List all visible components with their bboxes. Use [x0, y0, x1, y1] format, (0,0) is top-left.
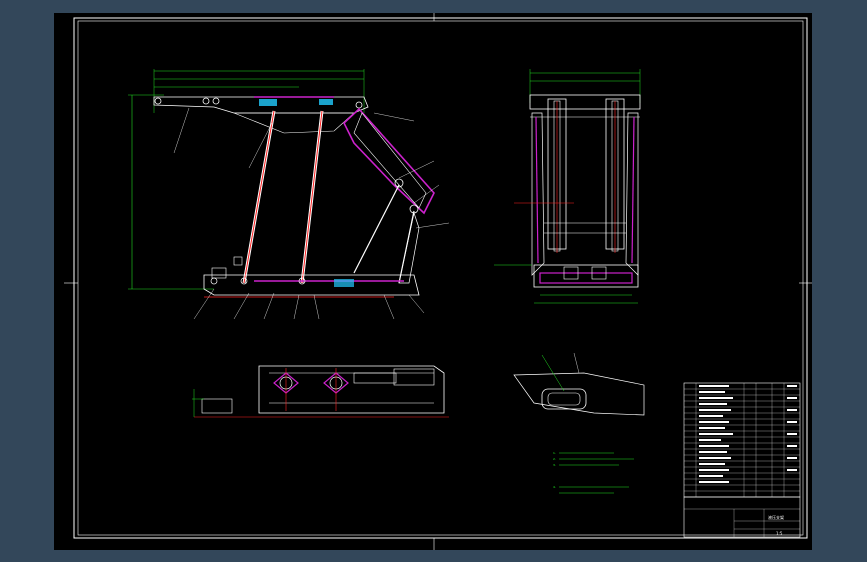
technical-notes: 1. 2. 3. 4.: [553, 451, 634, 494]
cad-drawing: 1. 2. 3. 4. 液压支架 1:5: [64, 13, 812, 550]
drawing-name: 液压支架: [768, 514, 784, 520]
detail-view: [513, 352, 645, 416]
side-view: [128, 69, 450, 320]
note-4: 4.: [553, 485, 556, 489]
note-3: 3.: [553, 463, 556, 467]
drawing-scale: 1:5: [776, 531, 783, 536]
note-1: 1.: [553, 451, 556, 455]
inner-frame: [77, 20, 804, 536]
drawing-sheet: 1. 2. 3. 4. 液压支架 1:5: [54, 13, 812, 550]
base-plan-view: [192, 365, 449, 418]
title-block: 液压支架 1:5: [683, 382, 801, 538]
note-2: 2.: [553, 457, 556, 461]
outer-frame: [73, 17, 808, 539]
front-view: [494, 69, 641, 304]
